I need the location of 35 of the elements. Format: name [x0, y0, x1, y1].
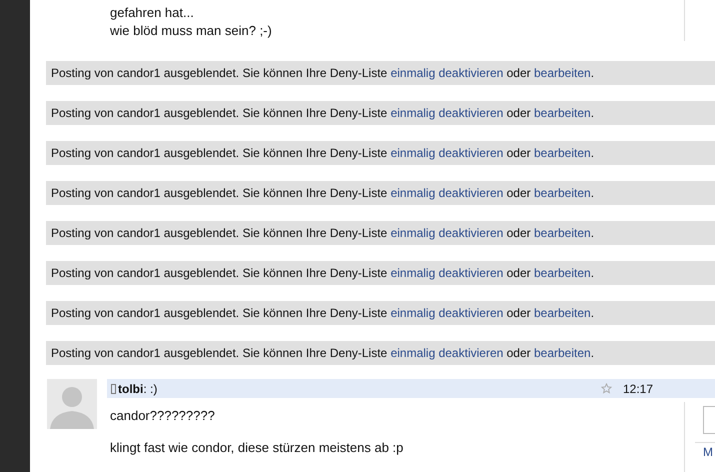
notice-text: Posting von candor1 ausgeblendet. Sie können Ihre Deny-Liste einmalig deaktivieren oder bearbeiten. — [51, 305, 594, 322]
avatar-placeholder — [47, 379, 97, 429]
post-text: gefahren hat... — [110, 4, 195, 22]
notice-text: Posting von candor1 ausgeblendet. Sie können Ihre Deny-Liste einmalig deaktivieren oder bearbeiten. — [51, 185, 594, 202]
notice-text: Posting von candor1 ausgeblendet. Sie können Ihre Deny-Liste einmalig deaktivieren oder bearbeiten. — [51, 345, 594, 362]
edit-link[interactable]: bearbeiten — [534, 266, 591, 280]
disable-link[interactable]: einmalig deaktivieren — [390, 226, 504, 240]
side-link[interactable]: M — [703, 445, 715, 459]
disable-link[interactable]: einmalig deaktivieren — [390, 146, 504, 160]
edit-link[interactable]: bearbeiten — [534, 346, 591, 360]
notice-text: Posting von candor1 ausgeblendet. Sie können Ihre Deny-Liste einmalig deaktivieren oder bearbeiten. — [51, 145, 594, 162]
notice-text: Posting von candor1 ausgeblendet. Sie können Ihre Deny-Liste einmalig deaktivieren oder bearbeiten. — [51, 265, 594, 282]
notice-text: Posting von candor1 ausgeblendet. Sie können Ihre Deny-Liste einmalig deaktivieren oder bearbeiten. — [51, 65, 594, 82]
notice-text: Posting von candor1 ausgeblendet. Sie können Ihre Deny-Liste einmalig deaktivieren oder bearbeiten. — [51, 225, 594, 242]
disable-link[interactable]: einmalig deaktivieren — [390, 306, 504, 320]
post-title: : :) — [143, 380, 158, 398]
edit-link[interactable]: bearbeiten — [534, 106, 591, 120]
disable-link[interactable]: einmalig deaktivieren — [390, 186, 504, 200]
post-time: 12:17 — [622, 380, 653, 398]
post-text: wie blöd muss man sein? ;-) — [110, 22, 273, 40]
post-text: candor????????? — [110, 408, 216, 424]
edit-link[interactable]: bearbeiten — [534, 306, 591, 320]
disable-link[interactable]: einmalig deaktivieren — [390, 266, 504, 280]
author-name: tolbi — [118, 380, 144, 398]
phone-icon — [111, 384, 116, 394]
notice-text: Posting von candor1 ausgeblendet. Sie können Ihre Deny-Liste einmalig deaktivieren oder bearbeiten. — [51, 105, 594, 122]
edit-link[interactable]: bearbeiten — [534, 66, 591, 80]
disable-link[interactable]: einmalig deaktivieren — [390, 66, 504, 80]
star-icon[interactable] — [600, 383, 612, 394]
edit-link[interactable]: bearbeiten — [534, 226, 591, 240]
disable-link[interactable]: einmalig deaktivieren — [390, 346, 504, 360]
post-text: klingt fast wie condor, diese stürzen meistens ab :p — [110, 440, 404, 456]
disable-link[interactable]: einmalig deaktivieren — [390, 106, 504, 120]
edit-link[interactable]: bearbeiten — [534, 146, 591, 160]
edit-link[interactable]: bearbeiten — [534, 186, 591, 200]
